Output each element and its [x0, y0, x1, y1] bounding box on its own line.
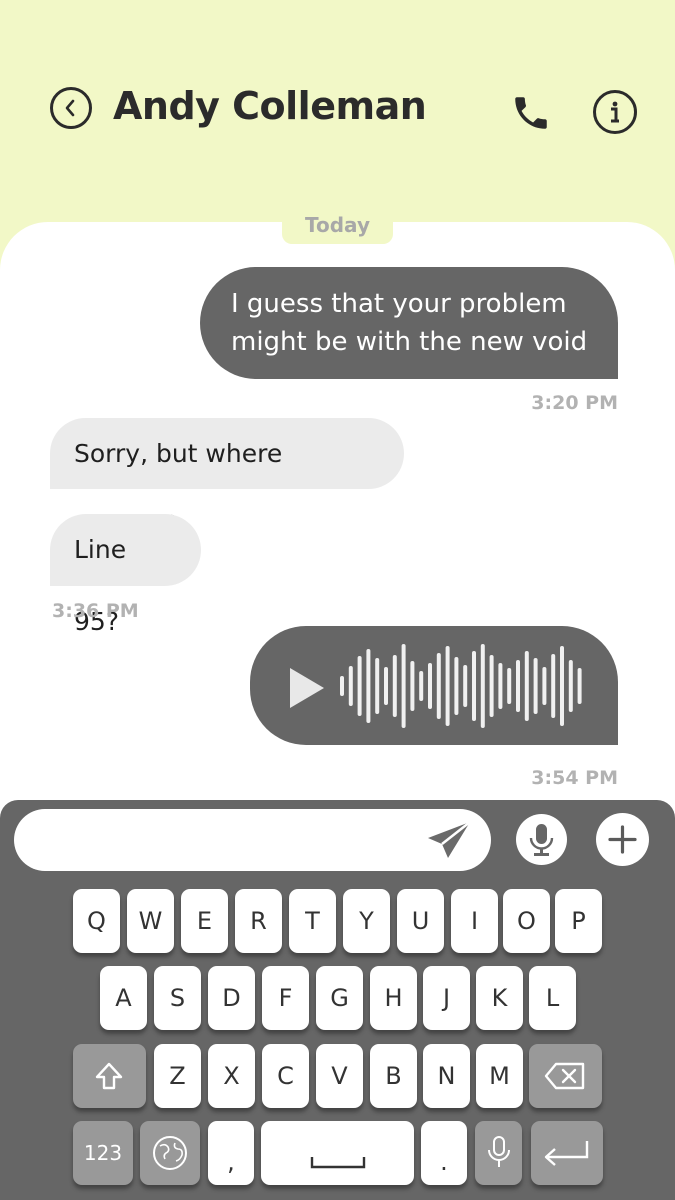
key-w[interactable]: W: [127, 889, 174, 953]
key-t[interactable]: T: [289, 889, 336, 953]
key-p[interactable]: P: [555, 889, 602, 953]
return-icon: [544, 1141, 589, 1166]
key-z[interactable]: Z: [154, 1044, 201, 1108]
voice-record-button[interactable]: [516, 814, 567, 865]
voice-message-bubble[interactable]: [250, 626, 618, 745]
message-timestamp: 3:20 PM: [531, 392, 618, 414]
key-v[interactable]: V: [316, 1044, 363, 1108]
key-j[interactable]: J: [423, 966, 470, 1030]
comma-key[interactable]: ,: [208, 1121, 254, 1185]
add-attachment-button[interactable]: [596, 813, 649, 866]
key-a[interactable]: A: [100, 966, 147, 1030]
key-l[interactable]: L: [529, 966, 576, 1030]
play-icon[interactable]: [288, 666, 328, 710]
send-icon: [428, 821, 471, 858]
key-o[interactable]: O: [503, 889, 550, 953]
info-button[interactable]: [593, 90, 637, 134]
plus-icon: [608, 825, 637, 854]
globe-icon: [153, 1136, 187, 1170]
message-bubble-incoming[interactable]: Line 95?: [50, 514, 201, 636]
key-b[interactable]: B: [370, 1044, 417, 1108]
message-timestamp: 3:36 PM: [52, 600, 139, 622]
message-input[interactable]: [14, 809, 491, 871]
key-e[interactable]: E: [181, 889, 228, 953]
key-g[interactable]: G: [316, 966, 363, 1030]
back-button[interactable]: [50, 87, 92, 129]
message-bubble-outgoing[interactable]: I guess that your problem might be with …: [200, 267, 618, 379]
waveform-icon: [340, 644, 582, 728]
numbers-key[interactable]: 123: [73, 1121, 133, 1185]
key-s[interactable]: S: [154, 966, 201, 1030]
key-c[interactable]: C: [262, 1044, 309, 1108]
shift-icon: [95, 1062, 123, 1090]
dictation-key[interactable]: [475, 1121, 522, 1185]
shift-key[interactable]: [73, 1044, 146, 1108]
info-icon: [611, 101, 619, 123]
return-key[interactable]: [531, 1121, 603, 1185]
date-separator: Today: [282, 206, 393, 244]
microphone-icon: [488, 1136, 510, 1167]
space-key[interactable]: [261, 1121, 414, 1185]
period-key[interactable]: .: [421, 1121, 467, 1185]
key-x[interactable]: X: [208, 1044, 255, 1108]
backspace-key[interactable]: [529, 1044, 602, 1108]
microphone-icon: [529, 824, 554, 856]
key-k[interactable]: K: [476, 966, 523, 1030]
key-q[interactable]: Q: [73, 889, 120, 953]
key-f[interactable]: F: [262, 966, 309, 1030]
contact-name: Andy Colleman: [113, 84, 427, 128]
message-timestamp: 3:54 PM: [531, 767, 618, 789]
key-m[interactable]: M: [476, 1044, 523, 1108]
space-icon: [310, 1157, 366, 1169]
key-d[interactable]: D: [208, 966, 255, 1030]
message-bubble-incoming[interactable]: Sorry, but where exactly?: [50, 418, 404, 539]
chevron-left-icon: [65, 99, 75, 117]
phone-icon: [515, 97, 547, 129]
send-button[interactable]: [426, 820, 472, 864]
backspace-icon: [544, 1062, 585, 1090]
key-r[interactable]: R: [235, 889, 282, 953]
key-h[interactable]: H: [370, 966, 417, 1030]
key-i[interactable]: I: [451, 889, 498, 953]
key-n[interactable]: N: [423, 1044, 470, 1108]
key-u[interactable]: U: [397, 889, 444, 953]
globe-key[interactable]: [140, 1121, 200, 1185]
key-y[interactable]: Y: [343, 889, 390, 953]
call-button[interactable]: [510, 92, 552, 134]
